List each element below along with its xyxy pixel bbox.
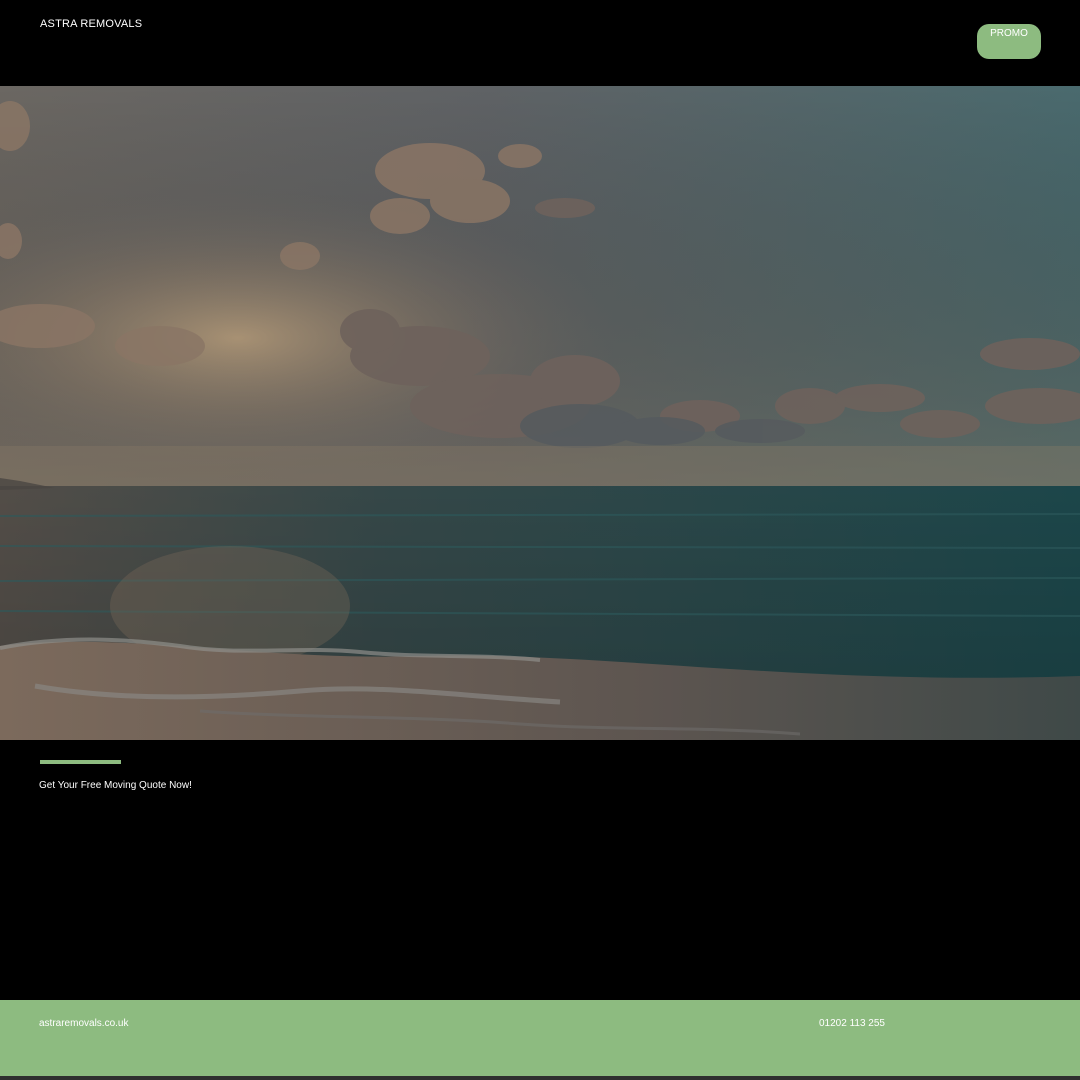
- cta-text: Get Your Free Moving Quote Now!: [39, 780, 192, 791]
- footer: astraremovals.co.uk 01202 113 255: [0, 1000, 1080, 1076]
- sunset-ocean-image: [0, 86, 1080, 740]
- footer-divider: [0, 1076, 1080, 1080]
- hero-image: [0, 86, 1080, 740]
- page: ASTRA REMOVALS PROMO Get Your Free Movin…: [0, 0, 1080, 1080]
- accent-bar: [40, 760, 121, 764]
- footer-phone[interactable]: 01202 113 255: [819, 1018, 885, 1030]
- promo-button[interactable]: PROMO: [977, 24, 1041, 59]
- footer-website-link[interactable]: astraremovals.co.uk: [39, 1018, 128, 1030]
- brand-logo-text[interactable]: ASTRA REMOVALS: [40, 18, 142, 30]
